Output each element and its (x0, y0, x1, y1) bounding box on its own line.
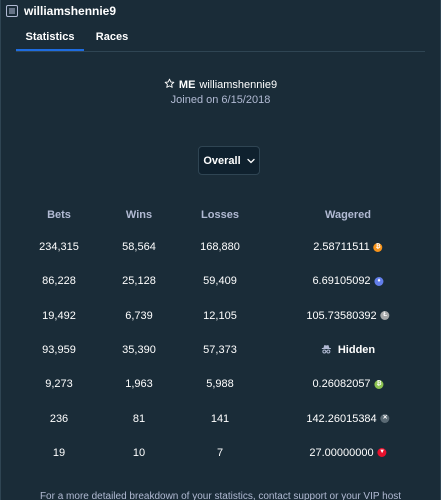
tab-bar: Statistics Races (16, 24, 425, 52)
wagered-cell: 0.26082057 ₿ (312, 378, 384, 391)
losses-value: 5,988 (206, 378, 234, 391)
period-select-value: Overall (203, 154, 241, 167)
star-outline-icon[interactable] (164, 78, 175, 92)
table-row: 234,315 58,564 168,880 2.58711511 ₿ (1, 230, 441, 264)
wagered-cell: 142.26015384 ✕ (306, 412, 390, 425)
tab-races[interactable]: Races (84, 24, 140, 51)
wins-value: 1,963 (125, 378, 153, 391)
wagered-cell: Hidden (321, 344, 375, 357)
bets-value: 9,273 (45, 378, 73, 391)
losses-value: 59,409 (203, 275, 237, 288)
bitcoin-icon[interactable]: ₿ (373, 242, 383, 252)
table-row: 236 81 141 142.26015384 ✕ (1, 401, 441, 435)
ripple-icon[interactable]: ✕ (380, 414, 390, 424)
wins-value: 6,739 (125, 309, 153, 322)
losses-value: 168,880 (200, 241, 240, 254)
wagered-cell: 2.58711511 ₿ (313, 241, 383, 254)
ethereum-icon[interactable]: ♦ (374, 276, 384, 286)
period-select[interactable]: Overall (198, 146, 260, 175)
tron-icon[interactable]: ▼ (377, 448, 387, 458)
stats-list-icon (6, 5, 18, 17)
losses-value: 57,373 (203, 344, 237, 357)
wagered-cell: 27.00000000 ▼ (309, 446, 387, 459)
litecoin-icon[interactable]: Ł (380, 311, 390, 321)
modal-header: williamshennie9 (1, 0, 440, 22)
header-wins: Wins (125, 209, 153, 221)
losses-value: 141 (210, 412, 230, 425)
wagered-value: 142.26015384 (306, 412, 377, 425)
bets-value: 19 (52, 446, 66, 459)
header-losses: Losses (201, 209, 239, 221)
chevron-down-icon (247, 155, 255, 167)
modal-title: williamshennie9 (24, 4, 117, 18)
joined-date: Joined on 6/15/2018 (170, 94, 271, 106)
bets-value: 93,959 (42, 344, 76, 357)
table-row: 19,492 6,739 12,105 105.73580392 Ł (1, 299, 441, 333)
profile-username: williamshennie9 (199, 79, 278, 91)
profile-summary: ME williamshennie9 Joined on 6/15/2018 (1, 78, 440, 106)
losses-value: 12,105 (203, 309, 237, 322)
wins-value: 81 (132, 412, 146, 425)
wagered-value: 6.69105092 (312, 275, 371, 288)
table-header-row: Bets Wins Losses Wagered (1, 200, 441, 230)
table-row: 19 10 7 27.00000000 ▼ (1, 436, 441, 470)
table-row: 86,228 25,128 59,409 6.69105092 ♦ (1, 264, 441, 298)
wagered-value: 0.26082057 (312, 378, 371, 391)
losses-value: 7 (216, 446, 224, 459)
tab-statistics[interactable]: Statistics (16, 24, 84, 51)
me-badge: ME (178, 79, 196, 91)
wagered-hidden-label: Hidden (337, 344, 376, 357)
wagered-cell: 105.73580392 Ł (306, 309, 390, 322)
user-stats-modal: williamshennie9 Statistics Races ME will… (0, 0, 441, 500)
table-row: 93,959 35,390 57,373 Hidden (1, 333, 441, 367)
footer-note: For a more detailed breakdown of your st… (39, 491, 402, 500)
wins-value: 10 (132, 446, 146, 459)
wins-value: 25,128 (122, 275, 156, 288)
bets-value: 19,492 (42, 309, 76, 322)
incognito-icon (321, 344, 332, 357)
header-bets: Bets (47, 209, 71, 221)
bitcoin-cash-icon[interactable]: ₿ (374, 379, 384, 389)
bets-value: 86,228 (42, 275, 76, 288)
bets-value: 236 (49, 412, 69, 425)
table-row: 9,273 1,963 5,988 0.26082057 ₿ (1, 367, 441, 401)
wins-value: 58,564 (122, 241, 156, 254)
header-wagered: Wagered (324, 209, 372, 221)
stats-table: Bets Wins Losses Wagered 234,315 58,564 … (1, 200, 441, 470)
bets-value: 234,315 (39, 241, 79, 254)
wagered-value: 105.73580392 (306, 309, 377, 322)
wagered-cell: 6.69105092 ♦ (312, 275, 384, 288)
wagered-value: 27.00000000 (309, 446, 374, 459)
wagered-value: 2.58711511 (313, 241, 370, 254)
wins-value: 35,390 (122, 344, 156, 357)
